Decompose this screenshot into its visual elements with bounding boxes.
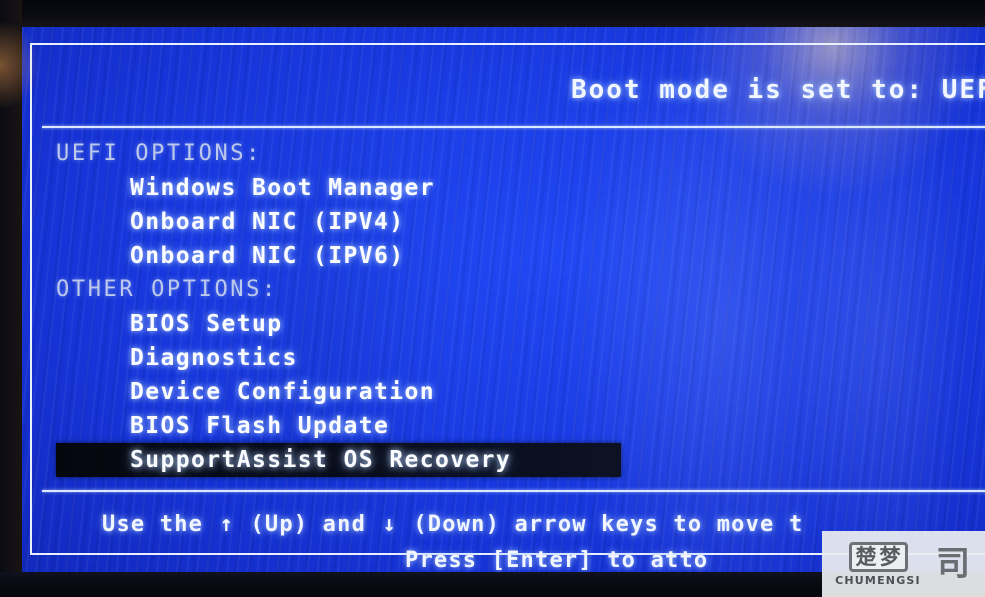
- watermark-cjk-char-1: 楚: [855, 544, 877, 569]
- menu-item-label: Onboard NIC (IPV4): [130, 209, 405, 235]
- menu-item-device-configuration[interactable]: Device Configuration: [56, 375, 985, 409]
- menu-item-label: BIOS Flash Update: [130, 413, 390, 439]
- watermark-brand-name: CHUMENGSI: [835, 573, 921, 587]
- watermark-left-group: 楚 梦 CHUMENGSI: [826, 541, 930, 587]
- boot-menu-list: UEFI OPTIONS: Windows Boot Manager Onboa…: [56, 137, 985, 477]
- monitor-screen-area: Boot mode is set to: UEFI; UEFI OPTIONS:…: [22, 27, 985, 572]
- footer-text-segment: (Down) arrow keys to move t: [398, 512, 804, 537]
- footer-text-segment: (Up) and: [236, 512, 381, 537]
- menu-item-label: Diagnostics: [130, 345, 298, 371]
- watermark-cjk-char-2: 梦: [879, 544, 901, 569]
- watermark-glyph-box: 楚 梦: [848, 541, 908, 572]
- menu-item-windows-boot-manager[interactable]: Windows Boot Manager: [56, 171, 985, 205]
- uefi-options-section-label: UEFI OPTIONS:: [56, 141, 262, 166]
- menu-item-label: SupportAssist OS Recovery: [130, 447, 512, 473]
- menu-item-bios-setup[interactable]: BIOS Setup: [56, 307, 985, 341]
- arrow-down-icon: ↓: [382, 512, 397, 537]
- menu-item-diagnostics[interactable]: Diagnostics: [56, 341, 985, 375]
- other-options-section-label: OTHER OPTIONS:: [56, 277, 278, 302]
- bios-boot-menu-photo: Boot mode is set to: UEFI; UEFI OPTIONS:…: [0, 0, 985, 597]
- menu-item-label: Device Configuration: [130, 379, 435, 405]
- footer-separator-line: [42, 490, 985, 492]
- menu-item-label: Windows Boot Manager: [130, 175, 435, 201]
- photo-bezel-left: [0, 0, 22, 597]
- menu-item-label: BIOS Setup: [130, 311, 283, 337]
- menu-item-label: Onboard NIC (IPV6): [130, 243, 405, 269]
- menu-item-onboard-nic-ipv4[interactable]: Onboard NIC (IPV4): [56, 205, 985, 239]
- menu-item-onboard-nic-ipv6[interactable]: Onboard NIC (IPV6): [56, 239, 985, 273]
- menu-item-bios-flash-update[interactable]: BIOS Flash Update: [56, 409, 985, 443]
- footer-text-segment: Use the: [102, 512, 218, 537]
- arrow-up-icon: ↑: [219, 512, 235, 537]
- header-separator-line: [42, 126, 985, 128]
- photo-bezel-top: [0, 0, 985, 27]
- bios-window-frame: Boot mode is set to: UEFI; UEFI OPTIONS:…: [30, 43, 985, 572]
- chumengsi-watermark-logo: 楚 梦 CHUMENGSI 司: [822, 531, 985, 597]
- menu-item-supportassist-os-recovery[interactable]: SupportAssist OS Recovery: [56, 443, 621, 477]
- boot-mode-header: Boot mode is set to: UEFI;: [571, 75, 985, 105]
- watermark-cjk-char-3: 司: [936, 544, 970, 584]
